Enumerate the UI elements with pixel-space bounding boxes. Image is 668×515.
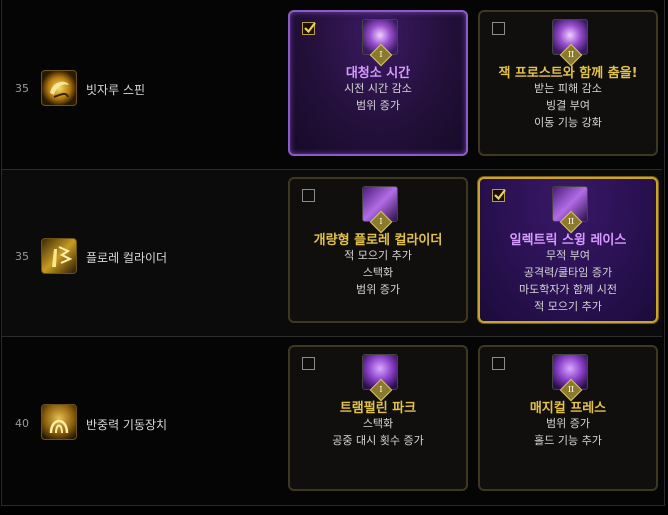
tripod-option-card[interactable]: II 잭 프로스트와 함께 춤을! 받는 피해 감소 빙결 부여 이동 기능 강… — [478, 10, 658, 156]
skill-level: 35 — [15, 250, 29, 263]
tripod-description: 스택화 공중 대시 횟수 증가 — [332, 417, 424, 447]
tripod-checkbox[interactable] — [302, 22, 316, 35]
tripod-option-card[interactable]: II 일렉트릭 스윙 레이스 무적 부여 공격력/쿨타임 증가 마도학자가 함께… — [478, 177, 658, 323]
skill-row: 35 빗자루 스핀 I 대청소 시간 시전 시간 감소 범위 증가 II 잭 프… — [2, 0, 662, 169]
broom-spin-icon[interactable] — [41, 70, 77, 106]
skill-name: 빗자루 스핀 — [86, 83, 146, 97]
skill-row: 40 반중력 기동장치 I 트램펄린 파크 스택화 공중 대시 횟수 증가 II… — [2, 337, 662, 503]
tripod-title: 잭 프로스트와 함께 춤을! — [498, 66, 638, 81]
tripod-checkbox[interactable] — [492, 189, 506, 202]
tripod-tier1-icon: I — [362, 186, 398, 234]
tripod-title: 대청소 시간 — [345, 66, 411, 81]
antigravity-device-icon[interactable] — [41, 404, 77, 440]
tripod-description: 범위 증가 홀드 기능 추가 — [534, 417, 602, 447]
skill-name: 반중력 기동장치 — [86, 418, 168, 432]
tripod-checkbox[interactable] — [492, 357, 505, 370]
tripod-checkbox[interactable] — [492, 22, 505, 35]
tripod-title: 매지컬 프레스 — [529, 401, 607, 416]
tripod-option-card[interactable]: II 매지컬 프레스 범위 증가 홀드 기능 추가 — [478, 345, 658, 491]
tripod-tier2-icon: II — [552, 354, 588, 402]
tripod-option-card[interactable]: I 대청소 시간 시전 시간 감소 범위 증가 — [288, 10, 468, 156]
tripod-tier2-icon: II — [552, 19, 588, 67]
tripod-description: 적 모으기 추가 스택화 범위 증가 — [344, 249, 412, 296]
flore-collider-icon[interactable] — [41, 238, 77, 274]
tripod-checkbox[interactable] — [302, 357, 315, 370]
tripod-description: 무적 부여 공격력/쿨타임 증가 마도학자가 함께 시전 적 모으기 추가 — [518, 249, 618, 313]
tripod-tier2-icon: II — [552, 186, 588, 234]
tripod-tier1-icon: I — [362, 354, 398, 402]
skill-name: 플로레 컬라이더 — [86, 251, 168, 265]
tripod-tier1-icon: I — [362, 19, 398, 67]
skill-row: 35 플로레 컬라이더 I 개량형 플로레 컬라이더 적 모으기 추가 스택화 … — [2, 170, 662, 336]
tripod-title: 개량형 플로레 컬라이더 — [313, 233, 443, 248]
tripod-title: 일렉트릭 스윙 레이스 — [509, 233, 627, 248]
tripod-description: 시전 시간 감소 범위 증가 — [344, 82, 412, 112]
tripod-title: 트램펄린 파크 — [339, 401, 417, 416]
skill-level: 40 — [15, 417, 29, 430]
tripod-description: 받는 피해 감소 빙결 부여 이동 기능 강화 — [534, 82, 602, 129]
tripod-option-card[interactable]: I 개량형 플로레 컬라이더 적 모으기 추가 스택화 범위 증가 — [288, 177, 468, 323]
skill-level: 35 — [15, 82, 29, 95]
tripod-checkbox[interactable] — [302, 189, 315, 202]
tripod-option-card[interactable]: I 트램펄린 파크 스택화 공중 대시 횟수 증가 — [288, 345, 468, 491]
